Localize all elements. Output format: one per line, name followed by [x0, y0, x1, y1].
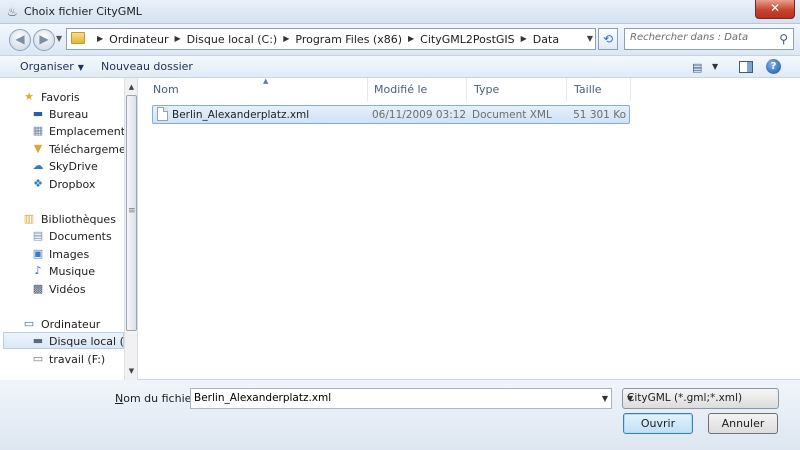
filename-combobox[interactable]: ▼ — [190, 388, 612, 409]
views-icon[interactable]: ▤ — [692, 61, 702, 74]
nav-videos[interactable]: ▩ Vidéos — [0, 281, 124, 298]
nav-ordinateur[interactable]: ▭ Ordinateur — [0, 316, 124, 333]
cancel-button[interactable]: Annuler — [708, 413, 778, 434]
crumb-chevron-icon[interactable]: ▶ — [168, 34, 186, 47]
organize-button[interactable]: Organiser ▼ — [20, 60, 84, 73]
nav-scrollbar[interactable]: ▲ ▼ — [124, 78, 137, 380]
libraries-icon: ▥ — [23, 212, 35, 225]
search-input[interactable] — [630, 32, 770, 43]
nav-musique[interactable]: ♪ Musique — [0, 263, 124, 280]
filename-input[interactable] — [194, 392, 594, 404]
nav-travail[interactable]: ▭ travail (F:) — [0, 351, 124, 368]
search-icon[interactable]: ⚲ — [779, 32, 788, 46]
nav-documents[interactable]: ▤ Documents — [0, 228, 124, 245]
new-folder-button[interactable]: Nouveau dossier — [101, 60, 193, 73]
crumb-ordinateur[interactable]: Ordinateur — [109, 33, 168, 46]
scroll-up-icon[interactable]: ▲ — [125, 80, 137, 94]
close-button[interactable]: ✕ — [755, 0, 795, 19]
window-title: Choix fichier CityGML — [24, 5, 142, 18]
crumb-chevron-icon[interactable]: ▶ — [91, 34, 109, 47]
preview-pane-icon[interactable] — [739, 61, 753, 73]
file-row-selected[interactable]: Berlin_Alexanderplatz.xml 06/11/2009 03:… — [152, 105, 630, 124]
xml-file-icon — [157, 107, 168, 121]
back-button[interactable]: ◀ — [9, 29, 31, 51]
sort-ascending-icon: ▲ — [263, 77, 269, 85]
crumb-data[interactable]: Data — [533, 33, 559, 46]
help-icon[interactable]: ? — [766, 59, 781, 74]
nav-images[interactable]: ▣ Images — [0, 246, 124, 263]
dialog-footer: Nom du fichier : ▼ CityGML (*.gml;*.xml)… — [0, 380, 800, 450]
cloud-icon: ☁ — [32, 159, 44, 172]
images-icon: ▣ — [32, 247, 44, 260]
refresh-button[interactable]: ⟲ — [598, 28, 618, 50]
filename-label-accelerator: N — [115, 392, 124, 405]
address-bar-area: ◀ ▶ ▼ ▶ Ordinateur ▶ Disque local (C:) ▶… — [0, 24, 800, 56]
music-icon: ♪ — [34, 264, 42, 277]
crumb-citygml2postgis[interactable]: CityGML2PostGIS — [420, 33, 514, 46]
videos-icon: ▩ — [32, 282, 44, 295]
column-header-modified[interactable]: Modifié le — [367, 78, 467, 101]
column-header-size[interactable]: Taille — [567, 78, 631, 101]
file-size: 51 301 Ko — [573, 109, 626, 121]
file-name: Berlin_Alexanderplatz.xml — [172, 109, 310, 121]
nav-disque-local[interactable]: ▬ Disque local (C:) — [3, 332, 137, 349]
crumb-program-files[interactable]: Program Files (x86) — [295, 33, 402, 46]
navigation-pane: ★ Favoris ▬ Bureau ▦ Emplacements récent… — [0, 78, 138, 380]
app-icon: ♨ — [7, 5, 18, 19]
forward-button[interactable]: ▶ — [33, 29, 55, 51]
computer-icon: ▭ — [23, 317, 35, 330]
filename-dropdown-icon[interactable]: ▼ — [602, 394, 608, 403]
scroll-thumb[interactable] — [126, 95, 137, 331]
nav-skydrive[interactable]: ☁ SkyDrive — [0, 158, 124, 175]
organize-label: Organiser — [20, 60, 74, 73]
nav-bureau[interactable]: ▬ Bureau — [0, 106, 124, 123]
nav-dropbox[interactable]: ❖ Dropbox — [0, 176, 124, 193]
views-dropdown-icon[interactable]: ▼ — [712, 62, 718, 71]
search-box[interactable]: ⚲ — [624, 28, 794, 50]
drive-icon: ▬ — [32, 334, 44, 347]
nav-favoris[interactable]: ★ Favoris — [0, 89, 124, 106]
chevron-down-icon: ▼ — [627, 394, 634, 403]
crumb-disque-local[interactable]: Disque local (C:) — [187, 33, 278, 46]
chevron-down-icon: ▼ — [77, 63, 84, 72]
title-bar: ♨ Choix fichier CityGML ✕ — [0, 0, 800, 24]
recent-places-icon: ▦ — [32, 124, 44, 137]
address-dropdown-icon[interactable]: ▼ — [587, 34, 593, 43]
dropbox-icon: ❖ — [33, 177, 43, 190]
nav-emplacements-recents[interactable]: ▦ Emplacements récents — [0, 123, 137, 140]
column-header-type[interactable]: Type — [467, 78, 567, 101]
content-area: ★ Favoris ▬ Bureau ▦ Emplacements récent… — [0, 77, 800, 380]
command-bar: Organiser ▼ Nouveau dossier ▤ ▼ ? — [0, 56, 800, 78]
recent-pages-chevron-icon[interactable]: ▼ — [56, 34, 62, 43]
crumb-chevron-icon[interactable]: ▶ — [402, 34, 420, 47]
removable-drive-icon: ▭ — [32, 352, 44, 365]
desktop-icon: ▬ — [32, 107, 44, 120]
breadcrumb: ▶ Ordinateur ▶ Disque local (C:) ▶ Progr… — [91, 33, 559, 46]
address-box[interactable]: ▶ Ordinateur ▶ Disque local (C:) ▶ Progr… — [66, 28, 596, 50]
nav-telechargements[interactable]: ▼ Téléchargements — [0, 141, 137, 158]
file-list-pane: Nom ▲ Modifié le Type Taille Berlin_Alex… — [138, 77, 800, 380]
column-header-name[interactable]: Nom ▲ — [146, 77, 368, 101]
documents-icon: ▤ — [32, 229, 44, 242]
file-type-select[interactable]: CityGML (*.gml;*.xml) ▼ — [622, 388, 779, 409]
scroll-down-icon[interactable]: ▼ — [125, 364, 137, 378]
file-modified: 06/11/2009 03:12 — [372, 109, 467, 121]
crumb-chevron-icon[interactable]: ▶ — [515, 34, 533, 47]
star-icon: ★ — [24, 90, 34, 103]
downloads-icon: ▼ — [33, 142, 43, 155]
folder-icon — [71, 32, 85, 44]
open-button[interactable]: Ouvrir — [623, 413, 693, 434]
file-type: Document XML — [472, 109, 552, 121]
nav-bibliotheques[interactable]: ▥ Bibliothèques — [0, 211, 124, 228]
crumb-chevron-icon[interactable]: ▶ — [277, 34, 295, 47]
